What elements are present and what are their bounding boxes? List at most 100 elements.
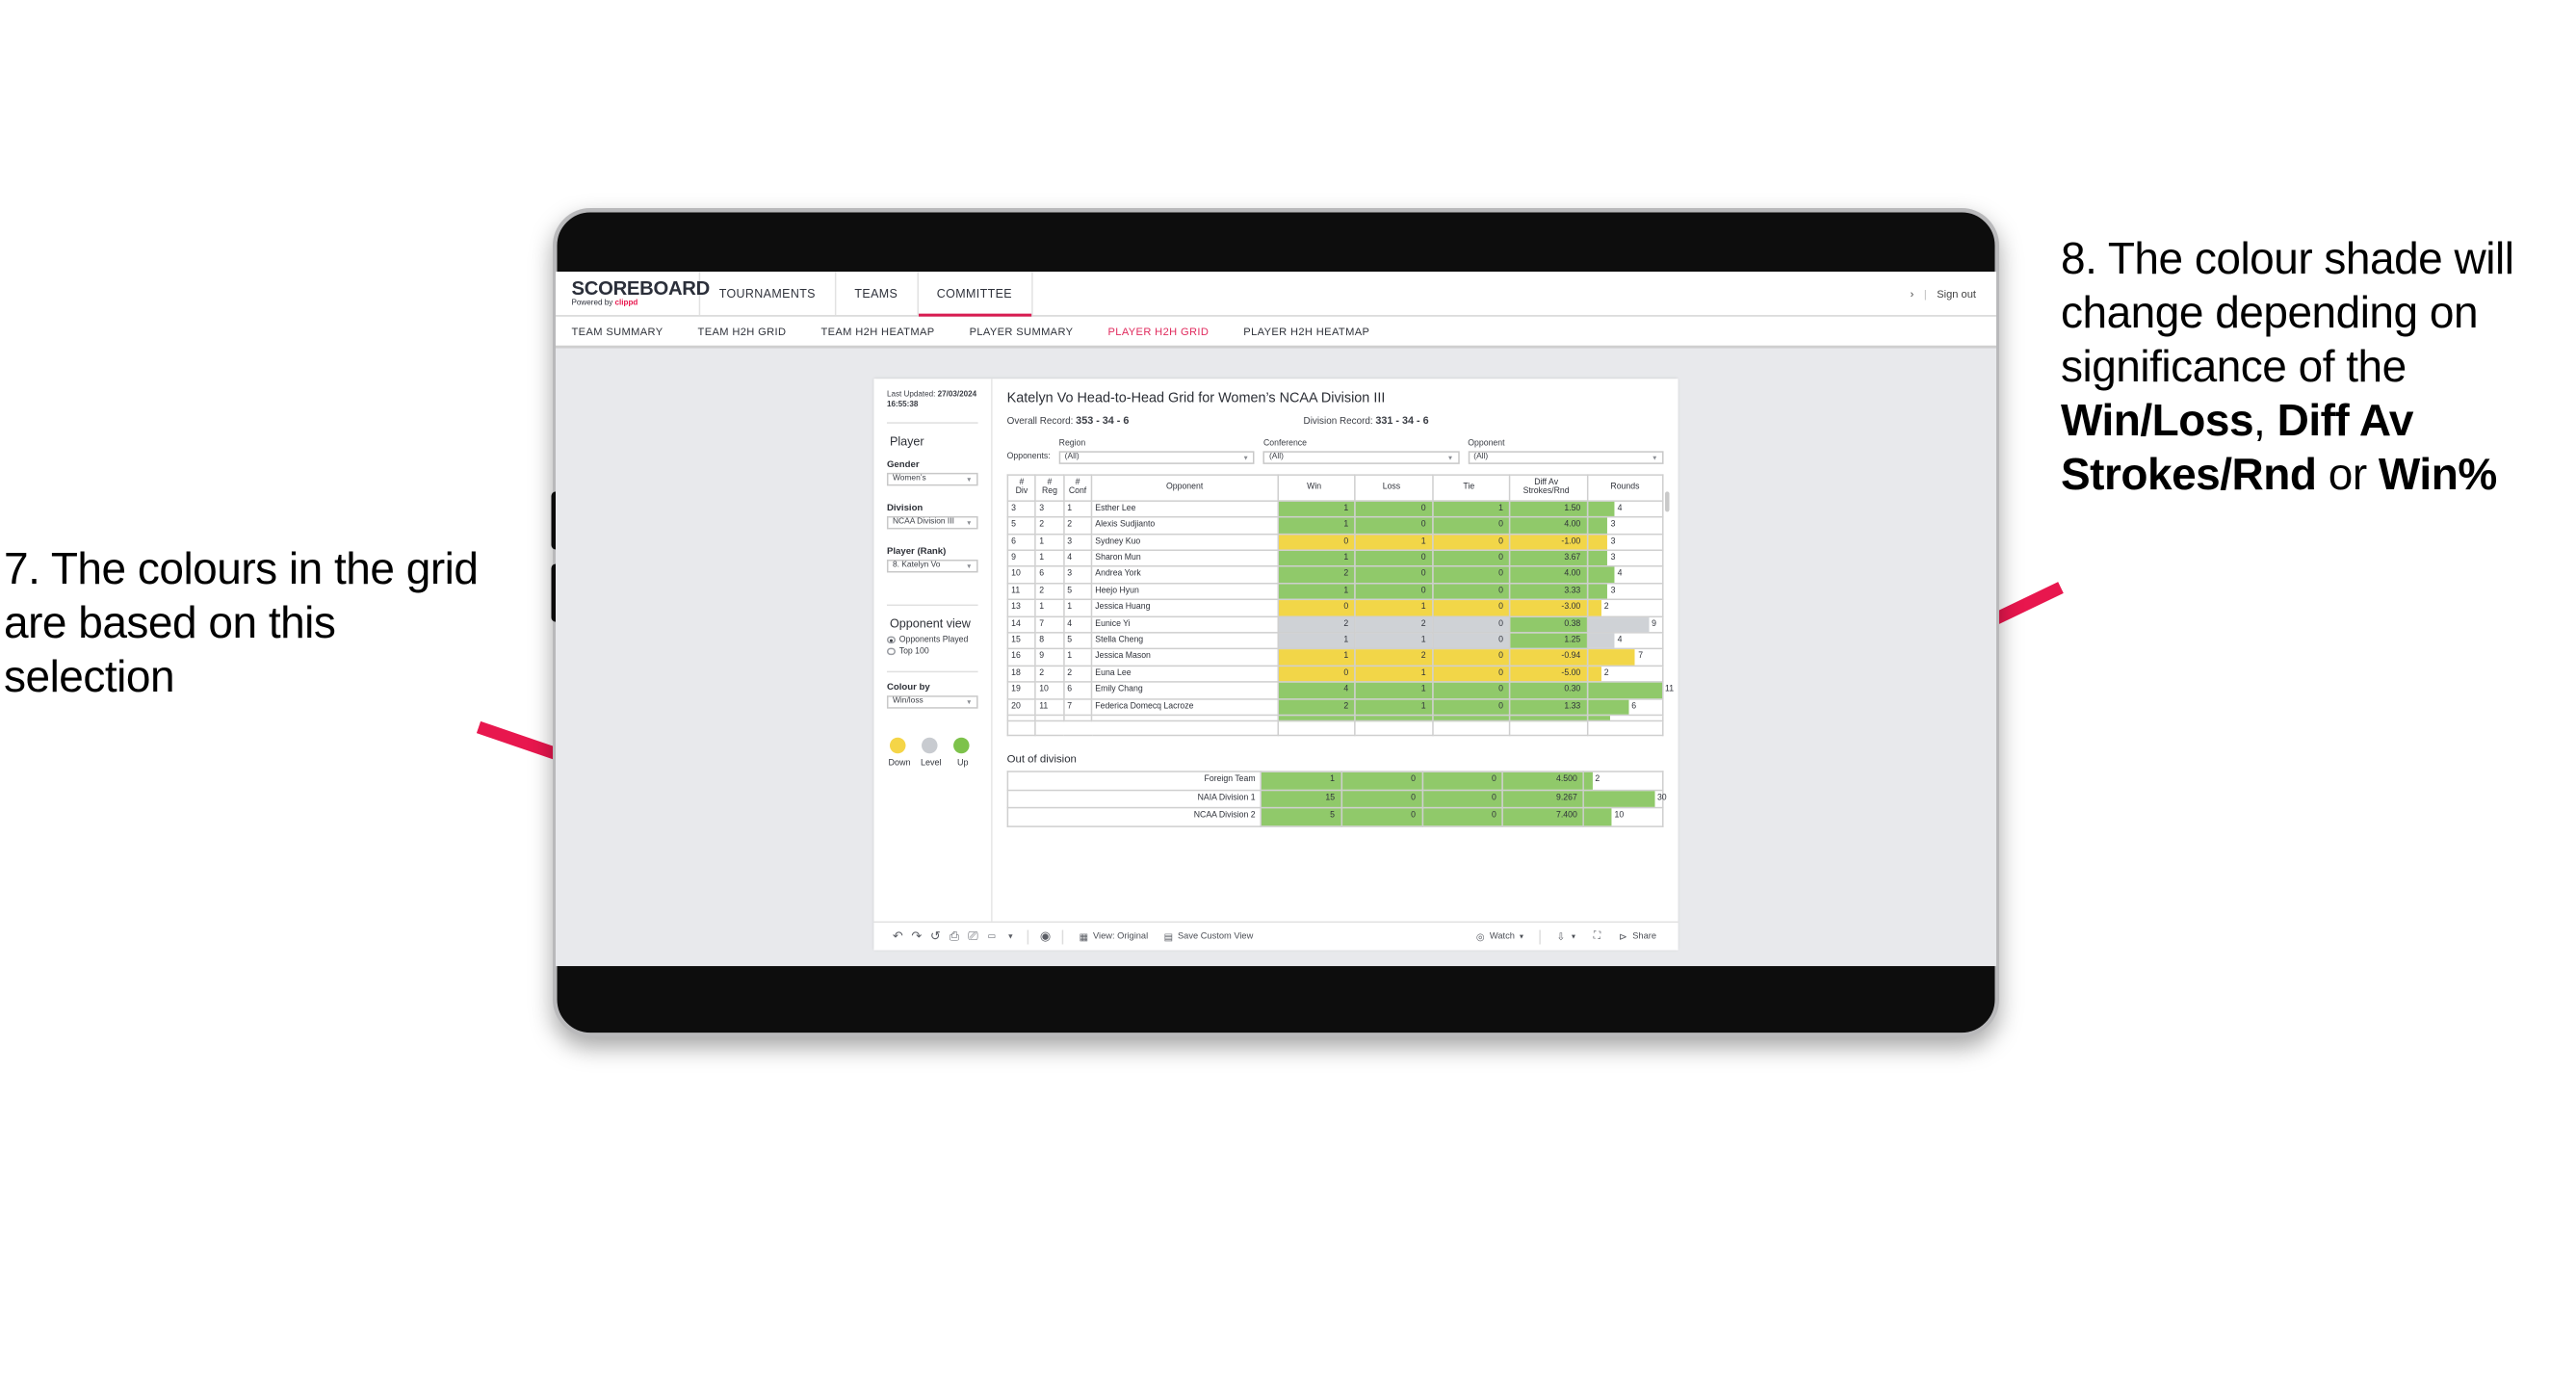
table-row[interactable]: 14 7 4 Eunice Yi 2 2 0 0.38 9 xyxy=(1006,615,1664,634)
cell-loss: 1 xyxy=(1354,598,1434,617)
out-of-division-title: Out of division xyxy=(1006,752,1077,766)
cell-rounds: 4 xyxy=(1586,500,1664,518)
cell-conf: 5 xyxy=(1062,582,1093,601)
nav-tab-committee-label: COMMITTEE xyxy=(936,286,1012,301)
cell-reg: 1 xyxy=(1034,549,1065,568)
watch-button[interactable]: ◎ Watch ▼ xyxy=(1468,930,1532,942)
nav-tab-tournaments[interactable]: TOURNAMENTS xyxy=(700,272,836,316)
sign-out-link[interactable]: Sign out xyxy=(1937,287,1976,301)
fit-icon[interactable]: ▭ xyxy=(982,931,1002,942)
revert-icon[interactable]: ↺ xyxy=(926,928,946,945)
table-scrollbar[interactable] xyxy=(1664,490,1670,511)
division-record-value: 331 - 34 - 6 xyxy=(1375,413,1429,427)
nav-tab-committee[interactable]: COMMITTEE xyxy=(918,272,1032,317)
table-row[interactable]: 5 2 2 Alexis Sudjianto 1 0 0 4.00 3 xyxy=(1006,516,1664,535)
cell-div: 6 xyxy=(1006,533,1037,552)
cell-rounds: 3 xyxy=(1586,549,1664,568)
cell-win: 15 xyxy=(1260,789,1342,810)
out-of-division-row[interactable]: NAIA Division 1 15 0 0 9.267 30 xyxy=(1006,789,1667,810)
share-label: Share xyxy=(1632,931,1657,942)
fullscreen-button[interactable]: ⛶ xyxy=(1584,930,1610,942)
colour-by-select[interactable]: Win/loss ▼ xyxy=(886,694,978,709)
cell-loss: 1 xyxy=(1354,697,1434,717)
th-diff-av-strokes: Diff Av Strokes/Rnd xyxy=(1508,473,1588,502)
cell-div: 18 xyxy=(1006,665,1037,684)
cell-tie: 0 xyxy=(1431,648,1511,667)
app-logo[interactable]: SCOREBOARD Powered by clippd xyxy=(556,272,710,316)
cell-tie: 0 xyxy=(1431,681,1511,700)
download-button[interactable]: ⇩ ▼ xyxy=(1548,930,1584,943)
refresh-icon[interactable]: ⎙ xyxy=(945,928,964,945)
table-row[interactable]: 20 11 7 Federica Domecq Lacroze 2 1 0 1.33 6 xyxy=(1006,697,1664,717)
table-row[interactable]: 6 1 3 Sydney Kuo 0 1 0 -1.00 3 xyxy=(1006,533,1664,552)
cell-opponent: Jessica Mason xyxy=(1090,648,1279,667)
save-custom-view-button[interactable]: ▤ Save Custom View xyxy=(1156,930,1261,942)
share-button[interactable]: ⊳ Share xyxy=(1610,930,1664,942)
region-select[interactable]: (All) ▼ xyxy=(1058,450,1255,464)
tablet-screen: SCOREBOARD Powered by clippd TOURNAMENTS… xyxy=(556,272,1996,967)
divider-3 xyxy=(886,670,978,672)
conference-label: Conference xyxy=(1262,439,1308,449)
chevron-down-icon[interactable]: ▼ xyxy=(1002,932,1021,941)
tablet-device: SCOREBOARD Powered by clippd TOURNAMENTS… xyxy=(551,208,1999,1037)
nav-tab-teams[interactable]: TEAMS xyxy=(836,272,919,316)
out-of-division-row[interactable]: NCAA Division 2 5 0 0 7.400 10 xyxy=(1006,807,1664,827)
table-row[interactable]: 16 9 1 Jessica Mason 1 2 0 -0.94 7 xyxy=(1006,648,1664,667)
th-win: Win xyxy=(1276,473,1356,502)
cell-reg: 11 xyxy=(1034,697,1065,717)
nav-tab-tournaments-label: TOURNAMENTS xyxy=(718,286,816,301)
table-row[interactable]: 13 1 1 Jessica Huang 0 1 0 -3.00 2 xyxy=(1006,598,1664,617)
division-select[interactable]: NCAA Division III ▼ xyxy=(886,515,978,529)
pause-icon[interactable]: ⎚ xyxy=(964,928,983,945)
overall-record-label: Overall Record: xyxy=(1006,416,1077,427)
subtab-player-summary[interactable]: PLAYER SUMMARY xyxy=(970,325,1074,338)
chevron-down-icon: ▼ xyxy=(1242,453,1249,461)
table-row[interactable]: 11 2 5 Heejo Hyun 1 0 0 3.33 3 xyxy=(1006,582,1664,601)
cell-conf: 4 xyxy=(1062,615,1093,634)
cell-diff: 1.33 xyxy=(1508,697,1588,717)
opponent-filters: Opponents: Region (All) ▼ Conference (Al… xyxy=(1007,439,1664,464)
cell-opponent: Esther Lee xyxy=(1090,500,1279,518)
page-title: Katelyn Vo Head-to-Head Grid for Women’s… xyxy=(1006,390,1386,406)
subtab-team-h2h-heatmap[interactable]: TEAM H2H HEATMAP xyxy=(820,325,934,338)
cell-diff: 7.400 xyxy=(1501,807,1585,827)
gender-select[interactable]: Women’s ▼ xyxy=(886,472,978,485)
table-row[interactable]: 18 2 2 Euna Lee 0 1 0 -5.00 2 xyxy=(1006,665,1664,684)
cell-tie: 0 xyxy=(1420,789,1504,810)
table-row[interactable]: 3 3 1 Esther Lee 1 0 1 1.50 4 xyxy=(1006,500,1664,518)
view-original-button[interactable]: ▦ View: Original xyxy=(1071,930,1156,942)
undo-icon[interactable]: ↶ xyxy=(888,928,907,945)
chevron-right-icon[interactable]: › xyxy=(1911,287,1914,301)
opponent-filter: Opponent (All) ▼ xyxy=(1468,439,1664,464)
redo-icon[interactable]: ↷ xyxy=(907,928,926,945)
player-rank-select[interactable]: 8. Katelyn Vo ▼ xyxy=(886,559,978,572)
table-row[interactable]: 9 1 4 Sharon Mun 1 0 0 3.67 3 xyxy=(1006,549,1664,568)
colour-legend xyxy=(887,737,978,753)
toolbar-divider-1 xyxy=(1027,928,1029,944)
annotation-right-bold-winpct: Win% xyxy=(2378,449,2497,500)
cell-rounds: 2 xyxy=(1586,598,1664,617)
table-row[interactable]: 15 8 5 Stella Cheng 1 1 0 1.25 4 xyxy=(1006,632,1664,650)
subtab-player-h2h-grid[interactable]: PLAYER H2H GRID xyxy=(1107,325,1209,338)
primary-nav: TOURNAMENTS TEAMS COMMITTEE xyxy=(700,272,1032,317)
cell-tie: 0 xyxy=(1431,697,1511,717)
subtab-player-h2h-heatmap[interactable]: PLAYER H2H HEATMAP xyxy=(1243,325,1369,338)
cell-loss: 2 xyxy=(1354,648,1434,667)
cell-opponent: Emily Chang xyxy=(1090,681,1279,700)
out-of-division-row[interactable]: Foreign Team 1 0 0 4.500 2 xyxy=(1006,771,1664,792)
cell-tie: 0 xyxy=(1431,582,1511,601)
radio-top-100[interactable]: Top 100 xyxy=(886,647,978,656)
divider-1 xyxy=(886,421,978,424)
table-row[interactable]: 10 6 3 Andrea York 2 0 0 4.00 4 xyxy=(1006,565,1664,585)
radio-opponents-played[interactable]: Opponents Played xyxy=(886,636,978,644)
fullscreen-icon: ⛶ xyxy=(1593,930,1601,941)
cell-opponent: Euna Lee xyxy=(1090,665,1279,684)
highlight-icon[interactable]: ◉ xyxy=(1036,928,1055,945)
view-icon: ▦ xyxy=(1079,931,1088,943)
cell-win: 1 xyxy=(1276,516,1356,535)
subtab-team-h2h-grid[interactable]: TEAM H2H GRID xyxy=(698,325,787,338)
conference-select[interactable]: (All) ▼ xyxy=(1262,450,1460,464)
subtab-team-summary[interactable]: TEAM SUMMARY xyxy=(572,325,664,338)
table-row[interactable]: 19 10 6 Emily Chang 4 1 0 0.30 11 xyxy=(1006,681,1674,700)
opponent-select[interactable]: (All) ▼ xyxy=(1468,450,1664,464)
